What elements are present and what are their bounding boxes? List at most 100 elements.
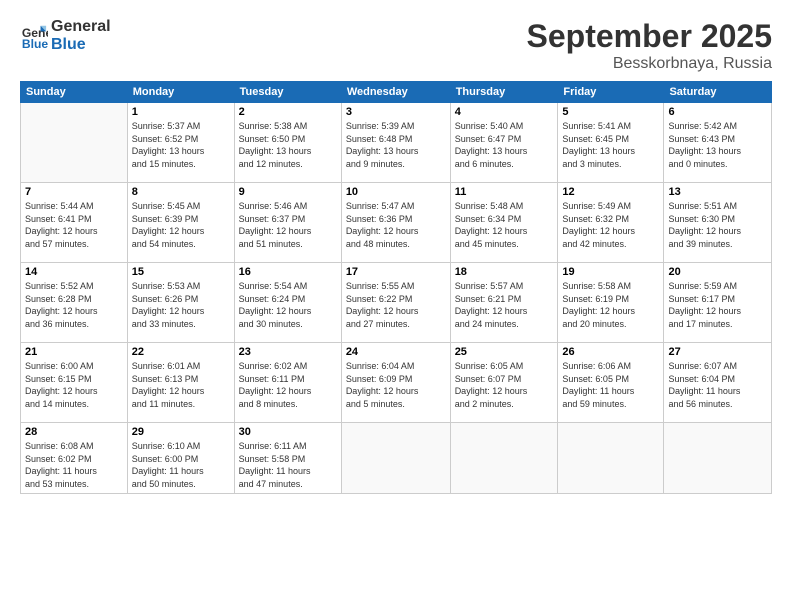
day-info: Sunrise: 6:02 AM Sunset: 6:11 PM Dayligh… <box>239 360 337 410</box>
day-number: 10 <box>346 186 446 198</box>
day-number: 4 <box>455 106 554 118</box>
day-info: Sunrise: 5:58 AM Sunset: 6:19 PM Dayligh… <box>562 280 659 330</box>
day-info: Sunrise: 5:37 AM Sunset: 6:52 PM Dayligh… <box>132 120 230 170</box>
day-number: 30 <box>239 426 337 438</box>
day-number: 7 <box>25 186 123 198</box>
day-info: Sunrise: 6:04 AM Sunset: 6:09 PM Dayligh… <box>346 360 446 410</box>
calendar-cell: 27Sunrise: 6:07 AM Sunset: 6:04 PM Dayli… <box>664 343 772 423</box>
calendar-cell <box>558 423 664 494</box>
day-info: Sunrise: 5:45 AM Sunset: 6:39 PM Dayligh… <box>132 200 230 250</box>
location: Besskorbnaya, Russia <box>527 55 772 73</box>
calendar-cell <box>450 423 558 494</box>
day-info: Sunrise: 5:57 AM Sunset: 6:21 PM Dayligh… <box>455 280 554 330</box>
week-row-2: 7 Sunrise: 5:44 AM Sunset: 6:41 PM Daylig… <box>21 183 772 263</box>
page: General Blue General Blue September 2025… <box>0 0 792 612</box>
day-number: 5 <box>562 106 659 118</box>
calendar-header-row: SundayMondayTuesdayWednesdayThursdayFrid… <box>21 82 772 103</box>
day-info: Sunrise: 6:00 AM Sunset: 6:15 PM Dayligh… <box>25 360 123 410</box>
svg-text:Blue: Blue <box>22 37 48 50</box>
calendar-cell: 30 Sunrise: 6:11 AM Sunset: 5:58 PM Dayli… <box>234 423 341 494</box>
day-info: Sunrise: 5:54 AM Sunset: 6:24 PM Dayligh… <box>239 280 337 330</box>
day-number: 20 <box>668 266 767 278</box>
calendar-table: SundayMondayTuesdayWednesdayThursdayFrid… <box>20 81 772 494</box>
day-number: 19 <box>562 266 659 278</box>
calendar-cell: 26Sunrise: 6:06 AM Sunset: 6:05 PM Dayli… <box>558 343 664 423</box>
week-row-4: 21 Sunrise: 6:00 AM Sunset: 6:15 PM Dayli… <box>21 343 772 423</box>
calendar-cell: 20 Sunrise: 5:59 AM Sunset: 6:17 PM Dayli… <box>664 263 772 343</box>
calendar-header-sunday: Sunday <box>21 82 128 103</box>
logo: General Blue General Blue <box>20 18 111 53</box>
calendar-cell: 4 Sunrise: 5:40 AM Sunset: 6:47 PM Daylig… <box>450 103 558 183</box>
day-number: 22 <box>132 346 230 358</box>
day-number: 6 <box>668 106 767 118</box>
calendar-cell: 3Sunrise: 5:39 AM Sunset: 6:48 PM Daylig… <box>341 103 450 183</box>
calendar-cell: 14 Sunrise: 5:52 AM Sunset: 6:28 PM Dayli… <box>21 263 128 343</box>
calendar-cell: 25 Sunrise: 6:05 AM Sunset: 6:07 PM Dayli… <box>450 343 558 423</box>
calendar-cell: 19 Sunrise: 5:58 AM Sunset: 6:19 PM Dayli… <box>558 263 664 343</box>
day-number: 14 <box>25 266 123 278</box>
logo-line1: General <box>51 18 111 36</box>
day-info: Sunrise: 5:42 AM Sunset: 6:43 PM Dayligh… <box>668 120 767 170</box>
day-number: 21 <box>25 346 123 358</box>
calendar-header-thursday: Thursday <box>450 82 558 103</box>
calendar-header-saturday: Saturday <box>664 82 772 103</box>
calendar-cell: 2Sunrise: 5:38 AM Sunset: 6:50 PM Daylig… <box>234 103 341 183</box>
week-row-1: 1 Sunrise: 5:37 AM Sunset: 6:52 PM Daylig… <box>21 103 772 183</box>
calendar-cell: 5 Sunrise: 5:41 AM Sunset: 6:45 PM Daylig… <box>558 103 664 183</box>
day-info: Sunrise: 5:47 AM Sunset: 6:36 PM Dayligh… <box>346 200 446 250</box>
day-number: 8 <box>132 186 230 198</box>
day-number: 27 <box>668 346 767 358</box>
day-number: 12 <box>562 186 659 198</box>
calendar-cell: 22Sunrise: 6:01 AM Sunset: 6:13 PM Dayli… <box>127 343 234 423</box>
calendar-cell: 23 Sunrise: 6:02 AM Sunset: 6:11 PM Dayli… <box>234 343 341 423</box>
calendar-cell: 24 Sunrise: 6:04 AM Sunset: 6:09 PM Dayli… <box>341 343 450 423</box>
calendar-cell: 1 Sunrise: 5:37 AM Sunset: 6:52 PM Daylig… <box>127 103 234 183</box>
day-number: 13 <box>668 186 767 198</box>
calendar-cell <box>341 423 450 494</box>
day-info: Sunrise: 5:51 AM Sunset: 6:30 PM Dayligh… <box>668 200 767 250</box>
calendar-cell <box>664 423 772 494</box>
day-number: 1 <box>132 106 230 118</box>
day-number: 15 <box>132 266 230 278</box>
week-row-5: 28 Sunrise: 6:08 AM Sunset: 6:02 PM Dayli… <box>21 423 772 494</box>
calendar-cell: 13 Sunrise: 5:51 AM Sunset: 6:30 PM Dayli… <box>664 183 772 263</box>
calendar-cell: 18 Sunrise: 5:57 AM Sunset: 6:21 PM Dayli… <box>450 263 558 343</box>
calendar-header-monday: Monday <box>127 82 234 103</box>
calendar-cell: 28 Sunrise: 6:08 AM Sunset: 6:02 PM Dayli… <box>21 423 128 494</box>
logo-line2: Blue <box>51 36 111 54</box>
day-info: Sunrise: 6:05 AM Sunset: 6:07 PM Dayligh… <box>455 360 554 410</box>
calendar-cell: 15 Sunrise: 5:53 AM Sunset: 6:26 PM Dayli… <box>127 263 234 343</box>
day-number: 23 <box>239 346 337 358</box>
calendar-cell: 9 Sunrise: 5:46 AM Sunset: 6:37 PM Daylig… <box>234 183 341 263</box>
calendar-cell: 10 Sunrise: 5:47 AM Sunset: 6:36 PM Dayli… <box>341 183 450 263</box>
day-number: 24 <box>346 346 446 358</box>
day-info: Sunrise: 5:48 AM Sunset: 6:34 PM Dayligh… <box>455 200 554 250</box>
day-info: Sunrise: 5:53 AM Sunset: 6:26 PM Dayligh… <box>132 280 230 330</box>
day-number: 3 <box>346 106 446 118</box>
day-info: Sunrise: 5:44 AM Sunset: 6:41 PM Dayligh… <box>25 200 123 250</box>
day-info: Sunrise: 5:46 AM Sunset: 6:37 PM Dayligh… <box>239 200 337 250</box>
day-info: Sunrise: 5:41 AM Sunset: 6:45 PM Dayligh… <box>562 120 659 170</box>
calendar-header-friday: Friday <box>558 82 664 103</box>
header: General Blue General Blue September 2025… <box>20 18 772 73</box>
day-number: 28 <box>25 426 123 438</box>
day-info: Sunrise: 6:06 AM Sunset: 6:05 PM Dayligh… <box>562 360 659 410</box>
day-info: Sunrise: 5:49 AM Sunset: 6:32 PM Dayligh… <box>562 200 659 250</box>
day-number: 9 <box>239 186 337 198</box>
day-info: Sunrise: 6:08 AM Sunset: 6:02 PM Dayligh… <box>25 440 123 490</box>
day-info: Sunrise: 5:52 AM Sunset: 6:28 PM Dayligh… <box>25 280 123 330</box>
calendar-cell <box>21 103 128 183</box>
day-number: 11 <box>455 186 554 198</box>
day-info: Sunrise: 5:40 AM Sunset: 6:47 PM Dayligh… <box>455 120 554 170</box>
day-number: 18 <box>455 266 554 278</box>
day-info: Sunrise: 5:55 AM Sunset: 6:22 PM Dayligh… <box>346 280 446 330</box>
day-info: Sunrise: 6:11 AM Sunset: 5:58 PM Dayligh… <box>239 440 337 490</box>
day-number: 25 <box>455 346 554 358</box>
logo-icon: General Blue <box>20 22 48 50</box>
calendar-cell: 17Sunrise: 5:55 AM Sunset: 6:22 PM Dayli… <box>341 263 450 343</box>
calendar-cell: 29Sunrise: 6:10 AM Sunset: 6:00 PM Dayli… <box>127 423 234 494</box>
calendar-cell: 6 Sunrise: 5:42 AM Sunset: 6:43 PM Daylig… <box>664 103 772 183</box>
calendar-header-tuesday: Tuesday <box>234 82 341 103</box>
day-info: Sunrise: 5:59 AM Sunset: 6:17 PM Dayligh… <box>668 280 767 330</box>
day-info: Sunrise: 5:38 AM Sunset: 6:50 PM Dayligh… <box>239 120 337 170</box>
